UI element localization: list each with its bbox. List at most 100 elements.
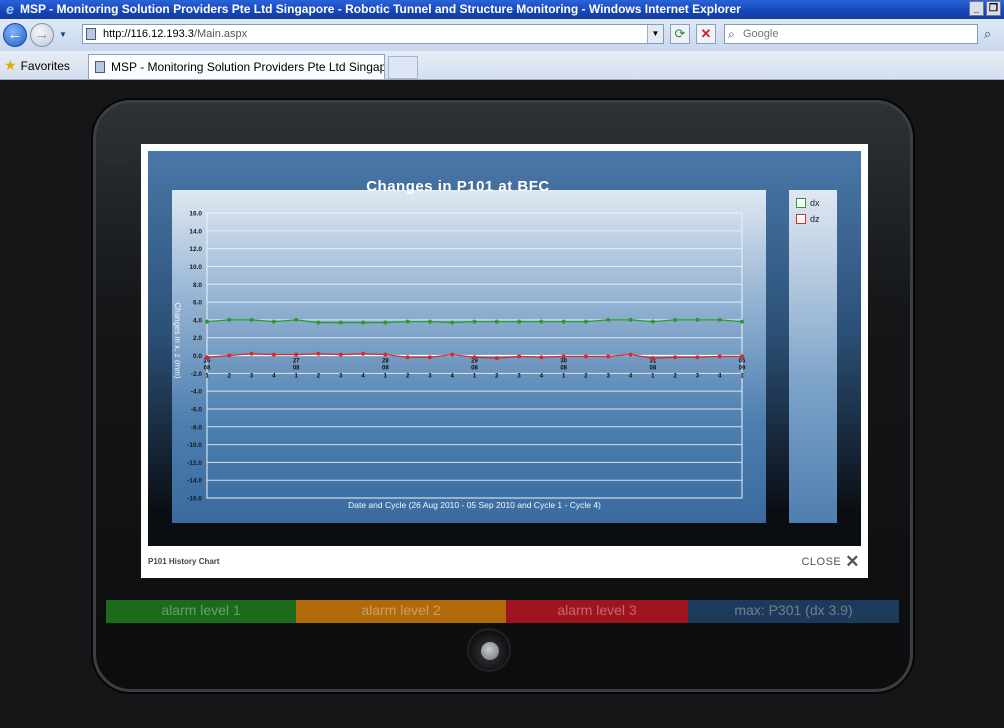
y-tick-label: -10.0 <box>187 442 202 449</box>
data-point-dx <box>316 320 321 325</box>
x-tick-date-month: 08 <box>471 366 478 372</box>
tablet-home-button[interactable] <box>467 628 511 672</box>
data-point-dz <box>695 355 700 360</box>
x-axis-label: Date and Cycle (26 Aug 2010 - 05 Sep 201… <box>348 500 601 510</box>
data-point-dz <box>294 352 299 357</box>
data-point-dx <box>740 319 744 324</box>
x-tick-date-month: 08 <box>560 366 567 372</box>
data-point-dz <box>673 355 678 360</box>
data-point-dz <box>606 354 611 359</box>
x-tick-date-month: 08 <box>382 366 389 372</box>
data-point-dz <box>472 355 477 360</box>
minimize-button[interactable]: _ <box>969 1 984 16</box>
data-point-dx <box>606 317 611 322</box>
x-tick-cycle-label: 1 <box>294 374 298 380</box>
close-button[interactable]: CLOSE ✕ <box>801 552 860 571</box>
x-tick-cycle-label: 4 <box>451 374 455 380</box>
x-tick-cycle-label: 2 <box>584 374 588 380</box>
alarm-legend-strip: alarm level 1 alarm level 2 alarm level … <box>106 600 899 623</box>
modal-caption: P101 History Chart <box>148 557 220 566</box>
forward-button[interactable]: → <box>30 23 54 47</box>
max-reading: max: P301 (dx 3.9) <box>688 600 899 623</box>
y-tick-label: -12.0 <box>187 460 202 467</box>
alarm-level-3: alarm level 3 <box>506 600 688 623</box>
legend-swatch-dx <box>796 198 806 208</box>
legend-label-dz: dz <box>810 214 820 224</box>
x-tick-cycle-label: 2 <box>673 374 677 380</box>
data-point-dx <box>650 319 655 324</box>
data-point-dz <box>650 356 655 361</box>
x-tick-date-month: 08 <box>649 366 656 372</box>
y-tick-label: 4.0 <box>193 317 202 324</box>
back-button[interactable]: ← <box>3 23 27 47</box>
data-point-dx <box>205 319 209 324</box>
chart-legend: dx dz <box>789 190 837 523</box>
new-tab-button[interactable] <box>388 56 418 79</box>
legend-item-dz[interactable]: dz <box>796 214 820 224</box>
page-content: msp alarm level 1 alarm level 2 alarm le… <box>0 80 1004 728</box>
y-tick-label: -14.0 <box>187 478 202 485</box>
browser-tab[interactable]: MSP - Monitoring Solution Providers Pte … <box>88 54 385 79</box>
x-tick-date-day: 28 <box>382 359 389 365</box>
refresh-button[interactable]: ⟳ <box>670 24 690 44</box>
x-tick-date-day: 30 <box>560 359 567 365</box>
data-point-dx <box>227 317 232 322</box>
internet-explorer-icon: e <box>6 1 14 17</box>
stop-button[interactable]: ✕ <box>696 24 716 44</box>
x-tick-cycle-label: 2 <box>317 374 321 380</box>
y-tick-label: 0.0 <box>193 353 202 360</box>
x-tick-date-month: 08 <box>204 366 211 372</box>
x-tick-cycle-label: 3 <box>250 374 254 380</box>
restore-button[interactable]: ❐ <box>986 1 1001 16</box>
data-point-dx <box>338 320 343 325</box>
favorites-button[interactable]: ★ Favorites <box>4 57 70 74</box>
search-box[interactable]: ⌕ <box>724 24 978 44</box>
address-toolbar: ← → ▼ http://116.12.193.3/Main.aspx ▼ ⟳ … <box>0 19 1004 51</box>
address-field[interactable]: http://116.12.193.3/Main.aspx ▼ <box>82 24 664 44</box>
url-text: http://116.12.193.3/Main.aspx <box>103 28 248 40</box>
x-tick-cycle-label: 4 <box>540 374 544 380</box>
search-input[interactable] <box>743 26 973 41</box>
search-go-icon[interactable]: ⌕ <box>984 26 991 42</box>
recent-pages-dropdown-icon[interactable]: ▼ <box>59 30 69 40</box>
close-icon: ✕ <box>845 552 860 571</box>
data-point-dz <box>450 352 455 357</box>
data-point-dx <box>628 317 633 322</box>
legend-item-dx[interactable]: dx <box>796 198 820 208</box>
y-tick-label: 14.0 <box>189 228 202 235</box>
chart-area: 16.0 14.0 12.0 10.0 8.0 6.0 4.0 2.0 0.0 -2.0 -4.0 -… <box>148 151 861 546</box>
data-point-dx <box>427 319 432 324</box>
y-tick-label: -4.0 <box>191 389 203 396</box>
background-logo: msp <box>106 150 133 166</box>
address-dropdown-icon[interactable]: ▼ <box>647 25 663 43</box>
data-point-dx <box>717 317 722 322</box>
x-tick-cycle-label: 4 <box>629 374 633 380</box>
data-point-dx <box>517 319 522 324</box>
x-tick-cycle-label: 4 <box>361 374 365 380</box>
data-point-dz <box>517 354 522 359</box>
data-point-dz <box>740 354 744 359</box>
x-tick-date-day: 27 <box>293 359 300 365</box>
page-icon <box>86 28 96 40</box>
chart-svg: 16.0 14.0 12.0 10.0 8.0 6.0 4.0 2.0 0.0 -2.0 -4.0 -… <box>173 211 746 511</box>
x-tick-date-month: 08 <box>293 366 300 372</box>
data-point-dz <box>271 352 276 357</box>
data-point-dz <box>561 354 566 359</box>
data-point-dz <box>628 352 633 357</box>
y-axis-label: Changes in x, z (mm) <box>173 302 182 378</box>
y-tick-label: 6.0 <box>193 300 202 307</box>
data-point-dz <box>205 355 209 360</box>
data-point-dz <box>227 353 232 358</box>
x-tick-date-day: 26 <box>204 359 211 365</box>
data-point-dx <box>472 319 477 324</box>
data-point-dx <box>271 319 276 324</box>
data-point-dz <box>249 351 254 356</box>
x-tick-date-month: 09 <box>739 366 746 372</box>
y-tick-label: 10.0 <box>189 264 202 271</box>
x-tick-cycle-label: 3 <box>339 374 343 380</box>
data-point-dz <box>539 355 544 360</box>
close-label: CLOSE <box>801 556 842 568</box>
x-tick-date-day: 29 <box>471 359 478 365</box>
data-point-dx <box>383 320 388 325</box>
x-tick-cycle-label: 1 <box>740 374 744 380</box>
